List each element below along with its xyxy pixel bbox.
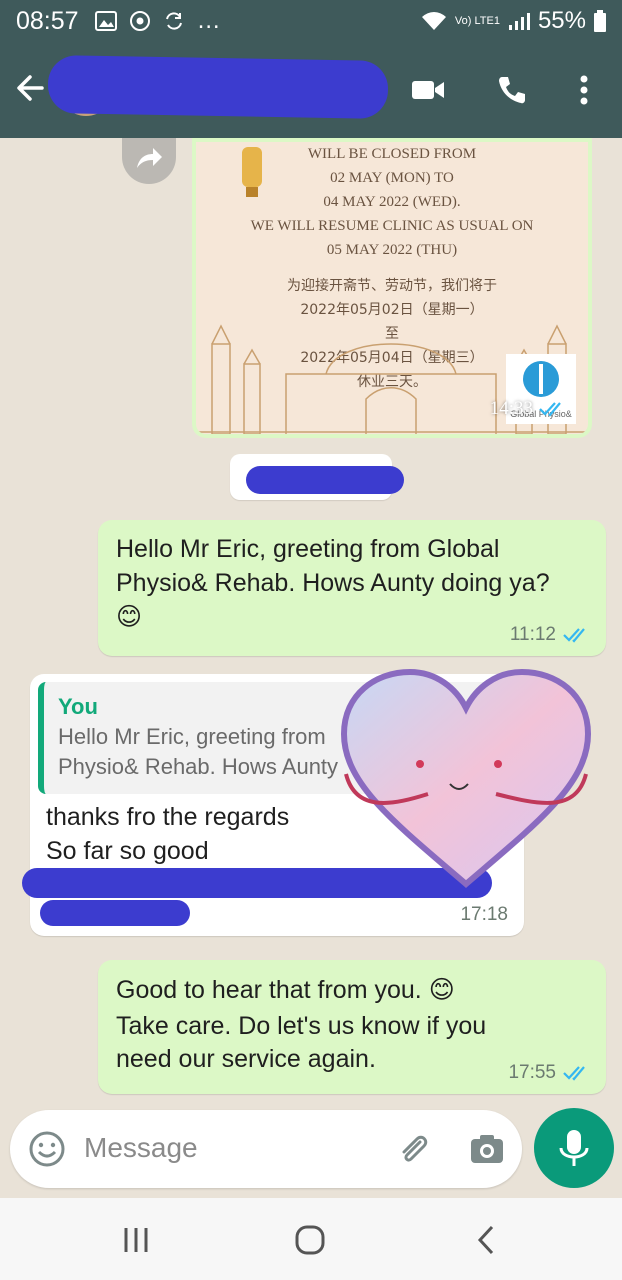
chat-header (0, 42, 622, 138)
announcement-line: 05 MAY 2022 (THU) (326, 242, 458, 258)
voice-call-icon[interactable] (492, 70, 532, 110)
forward-icon (137, 148, 162, 168)
camera-icon[interactable] (468, 1130, 506, 1168)
message-text: Good to hear that from you. 😊 Take care.… (116, 976, 487, 1073)
gallery-icon (94, 11, 117, 31)
more-notifications-icon: … (196, 7, 221, 34)
chrome-icon (129, 11, 150, 31)
read-ticks-icon (563, 1066, 585, 1081)
smile-emoji: 😊 (428, 976, 455, 1004)
forward-button[interactable] (122, 138, 176, 184)
read-ticks-icon (539, 402, 561, 417)
message-time: 17:18 (460, 904, 508, 925)
back-arrow-icon[interactable] (12, 68, 52, 108)
redaction-scribble (40, 900, 190, 926)
system-nav-bar (0, 1198, 622, 1280)
redaction-scribble (246, 466, 404, 494)
redaction-scribble (47, 55, 389, 119)
mic-icon (559, 1130, 589, 1166)
message-text: Hello Mr Eric, greeting from Global Phys… (116, 535, 550, 631)
announcement-line: WE WILL RESUME CLINIC AS USUAL ON (250, 218, 534, 234)
back-icon[interactable] (466, 1220, 506, 1260)
home-icon[interactable] (290, 1220, 330, 1260)
message-meta: 11:12 (510, 624, 590, 646)
read-ticks-icon (563, 628, 585, 643)
wifi-icon (421, 12, 446, 30)
more-options-icon[interactable] (564, 70, 604, 110)
sync-icon (165, 12, 182, 30)
lantern-illustration (242, 147, 262, 197)
heart-sticker (340, 668, 592, 888)
battery-icon (594, 10, 606, 32)
announcement-cn-line: 为迎接开斋节、劳动节，我们将于 (287, 278, 497, 294)
message-list[interactable]: WILL BE CLOSED FROM 02 MAY (MON) TO 04 M… (0, 138, 622, 1100)
message-time: 14:33 (490, 398, 566, 420)
emoji-icon[interactable] (28, 1130, 66, 1168)
status-bar: 08:57 … Vo) LTE1 55% (0, 0, 622, 42)
message-meta: 17:18 (460, 904, 508, 926)
message-time: 17:55 (508, 1062, 556, 1083)
outgoing-message[interactable]: Hello Mr Eric, greeting from Global Phys… (98, 520, 606, 656)
video-call-icon[interactable] (408, 70, 448, 110)
voice-message-button[interactable] (534, 1108, 614, 1188)
image-message[interactable]: WILL BE CLOSED FROM 02 MAY (MON) TO 04 M… (192, 138, 592, 438)
signal-icon (508, 13, 530, 30)
spine-logo-icon (523, 361, 559, 397)
smile-emoji: 😊 (116, 603, 143, 631)
outgoing-message[interactable]: Good to hear that from you. 😊 Take care.… (98, 960, 606, 1094)
status-time: 08:57 (16, 6, 79, 35)
attach-icon[interactable] (394, 1130, 432, 1168)
message-input[interactable]: Message (84, 1132, 198, 1164)
battery-percent: 55% (537, 7, 586, 34)
message-time: 11:12 (509, 624, 556, 645)
announcement-image[interactable]: WILL BE CLOSED FROM 02 MAY (MON) TO 04 M… (196, 142, 588, 434)
volte-label: Vo) LTE1 (454, 14, 500, 27)
message-composer[interactable]: Message (10, 1110, 522, 1188)
recent-apps-icon[interactable] (116, 1220, 156, 1260)
message-meta: 17:55 (508, 1062, 590, 1084)
